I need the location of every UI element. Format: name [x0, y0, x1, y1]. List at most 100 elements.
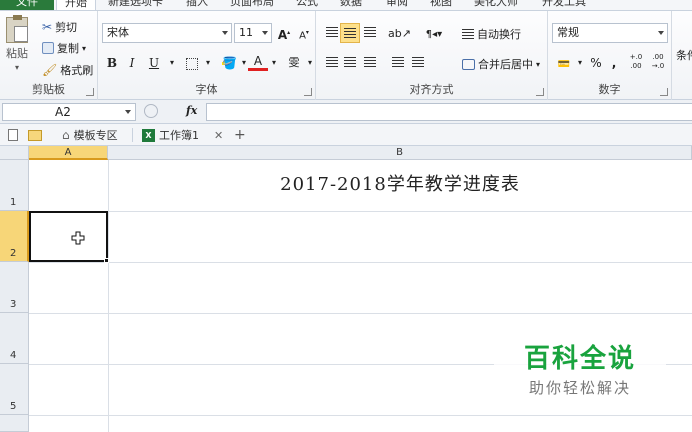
conditional-format-button[interactable]: 条件: [676, 47, 692, 63]
row-number: 1: [10, 197, 17, 208]
tab-template-zone[interactable]: ⌂ 模板专区: [62, 126, 118, 144]
styles-group: 条件: [672, 11, 692, 100]
excel-icon: X: [142, 128, 155, 142]
row-number: 4: [10, 350, 17, 361]
paste-icon: [6, 15, 28, 43]
row-header-3[interactable]: 3: [0, 262, 29, 313]
font-size-select[interactable]: 11: [234, 23, 272, 43]
number-format-select[interactable]: 常规: [552, 23, 668, 43]
tab-beautify[interactable]: 美化大师: [474, 0, 518, 10]
chevron-down-icon: [658, 31, 664, 35]
border-icon: [186, 57, 198, 70]
percent-button[interactable]: %: [586, 53, 606, 73]
alignment-launcher-icon[interactable]: [536, 88, 544, 96]
align-center-button[interactable]: [340, 53, 360, 73]
merge-center-icon: [462, 58, 475, 70]
copy-button[interactable]: 复制 ▾: [42, 40, 86, 56]
paintbrush-icon: 🖌: [42, 63, 58, 77]
formula-input[interactable]: [206, 103, 692, 121]
column-header-a[interactable]: A: [29, 146, 108, 160]
increase-decimal-button[interactable]: +.0.00: [626, 53, 646, 73]
wrap-text-icon: [462, 29, 474, 39]
fill-bucket-icon: 🪣: [222, 53, 237, 70]
tab-data[interactable]: 数据: [340, 0, 362, 10]
grow-font-button[interactable]: A▴: [274, 23, 294, 43]
tab-review[interactable]: 审阅: [386, 0, 408, 10]
copy-dropdown-icon[interactable]: ▾: [82, 44, 86, 53]
align-right-button[interactable]: [360, 53, 380, 73]
chevron-down-icon: [125, 110, 131, 114]
align-top-button[interactable]: [322, 23, 342, 43]
row-header-5[interactable]: 5: [0, 364, 29, 415]
decrease-indent-button[interactable]: [388, 53, 408, 73]
row-header-4[interactable]: 4: [0, 313, 29, 364]
comma-button[interactable]: ,: [604, 53, 624, 73]
font-group: 宋体 11 A▴ A▾ B I U ▾ ▾ 🪣 ▾ A ▾ 雯 ▾ 字体: [98, 11, 316, 100]
row-header-1[interactable]: 1: [0, 160, 29, 211]
formula-bar-expand-icon[interactable]: [144, 104, 158, 118]
tab-developer[interactable]: 开发工具: [542, 0, 586, 10]
name-box[interactable]: A2: [2, 103, 136, 121]
number-launcher-icon[interactable]: [660, 88, 668, 96]
tab-file[interactable]: 文件: [0, 0, 54, 10]
add-tab-button[interactable]: +: [234, 126, 246, 144]
row-header-2[interactable]: 2: [0, 211, 29, 262]
close-tab-icon[interactable]: ✕: [214, 126, 223, 144]
fill-handle[interactable]: [104, 258, 109, 263]
align-top-icon: [326, 27, 338, 37]
format-painter-label: 格式刷: [60, 64, 94, 77]
orientation-button[interactable]: ab↗: [388, 23, 411, 43]
column-header-b[interactable]: B: [108, 146, 692, 160]
align-middle-button[interactable]: [340, 23, 360, 43]
merge-dropdown-icon[interactable]: ▾: [536, 60, 540, 69]
chevron-down-icon: [262, 31, 268, 35]
underline-dropdown-icon[interactable]: ▾: [162, 53, 182, 73]
row-header-6[interactable]: [0, 415, 29, 432]
decrease-decimal-button[interactable]: .00 →.0: [648, 53, 668, 73]
align-left-button[interactable]: [322, 53, 342, 73]
tab-insert[interactable]: 插入: [186, 0, 208, 10]
font-name-value: 宋体: [107, 26, 129, 39]
text-direction-button[interactable]: ¶◂▾: [424, 23, 444, 43]
wrap-text-button[interactable]: 自动换行: [462, 26, 521, 42]
align-right-icon: [364, 57, 376, 67]
font-name-select[interactable]: 宋体: [102, 23, 232, 43]
cut-button[interactable]: ✂ 剪切: [42, 19, 77, 35]
bold-button[interactable]: B: [102, 53, 122, 73]
active-cell-a2[interactable]: [29, 211, 108, 262]
tab-home[interactable]: 开始: [56, 0, 96, 10]
workbook-tab-label: 工作簿1: [159, 129, 199, 142]
shrink-font-button[interactable]: A▾: [294, 23, 314, 43]
tab-formulas[interactable]: 公式: [296, 0, 318, 10]
new-document-button[interactable]: [8, 126, 18, 144]
sheet-title-cell[interactable]: 2017-2018学年教学进度表: [108, 170, 692, 195]
italic-button[interactable]: I: [122, 53, 142, 73]
align-bottom-button[interactable]: [360, 23, 380, 43]
grid-line: [29, 415, 692, 416]
orientation-icon: ab↗: [388, 27, 411, 40]
decrease-indent-icon: [392, 57, 404, 67]
format-painter-button[interactable]: 🖌 格式刷: [42, 62, 93, 78]
merge-center-label: 合并后居中: [478, 58, 533, 71]
clipboard-launcher-icon[interactable]: [86, 88, 94, 96]
font-color-dropdown-icon[interactable]: ▾: [264, 53, 284, 73]
insert-function-button[interactable]: fx: [186, 104, 197, 117]
tab-new-tab[interactable]: 新建选项卡: [108, 0, 163, 10]
open-folder-button[interactable]: [28, 126, 42, 144]
select-all-corner[interactable]: [0, 146, 29, 160]
paste-dropdown-icon[interactable]: ▾: [15, 63, 19, 72]
font-launcher-icon[interactable]: [304, 88, 312, 96]
conditional-format-label: 条件: [676, 49, 692, 62]
border-dropdown-icon[interactable]: ▾: [198, 53, 218, 73]
tab-view[interactable]: 视图: [430, 0, 452, 10]
document-tab-bar: ⌂ 模板专区 X 工作簿1 ✕ +: [0, 124, 692, 146]
ribbon-tab-strip: 文件 开始 新建选项卡 插入 页面布局 公式 数据 审阅 视图 美化大师 开发工…: [0, 0, 692, 11]
underline-button[interactable]: U: [144, 53, 164, 73]
tab-page-layout[interactable]: 页面布局: [230, 0, 274, 10]
paste-button[interactable]: 粘贴 ▾: [6, 15, 28, 72]
merge-center-button[interactable]: 合并后居中 ▾: [462, 56, 540, 72]
increase-indent-button[interactable]: [408, 53, 428, 73]
tab-workbook[interactable]: X 工作簿1: [142, 126, 199, 144]
align-middle-icon: [344, 28, 356, 38]
currency-icon: 💳: [557, 59, 571, 70]
